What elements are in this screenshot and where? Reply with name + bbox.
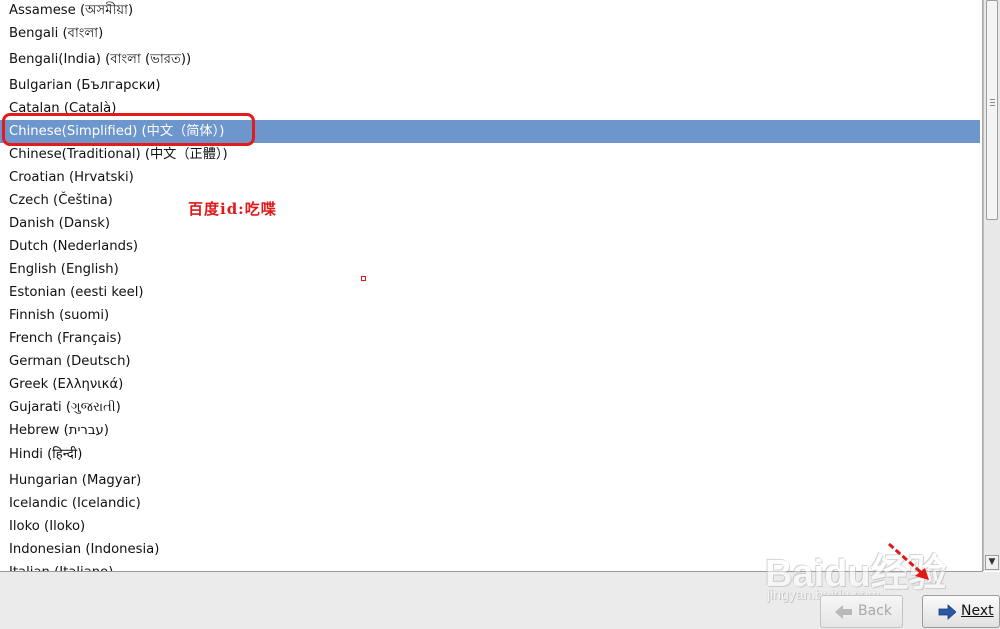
language-item[interactable]: Catalan (Català) bbox=[0, 97, 980, 120]
language-item[interactable]: Hungarian (Magyar) bbox=[0, 469, 980, 492]
language-item[interactable]: Greek (Ελληνικά) bbox=[0, 373, 980, 396]
language-item[interactable]: Finnish (suomi) bbox=[0, 304, 980, 327]
language-list[interactable]: Assamese (অসমীয়া) Bengali (বাংলা) Bengali… bbox=[0, 0, 983, 572]
language-item[interactable]: Dutch (Nederlands) bbox=[0, 235, 980, 258]
scrollbar-thumb[interactable] bbox=[986, 0, 998, 220]
thumb-grip bbox=[990, 99, 995, 100]
language-item[interactable]: Bulgarian (Български) bbox=[0, 74, 980, 97]
language-item[interactable]: Croatian (Hrvatski) bbox=[0, 166, 980, 189]
arrow-left-icon bbox=[835, 604, 853, 620]
language-item[interactable]: English (English) bbox=[0, 258, 980, 281]
marker-dot bbox=[361, 276, 366, 281]
language-item[interactable]: Iloko (Iloko) bbox=[0, 515, 980, 538]
language-item[interactable]: German (Deutsch) bbox=[0, 350, 980, 373]
language-item[interactable]: Italian (Italiano) bbox=[0, 561, 980, 571]
language-item[interactable]: French (Français) bbox=[0, 327, 980, 350]
language-item[interactable]: Estonian (eesti keel) bbox=[0, 281, 980, 304]
language-item[interactable]: Czech (Čeština) bbox=[0, 189, 980, 212]
language-item[interactable]: Indonesian (Indonesia) bbox=[0, 538, 980, 561]
language-item[interactable]: Assamese (অসমীয়া) bbox=[0, 0, 980, 22]
thumb-grip bbox=[990, 105, 995, 106]
arrow-right-icon bbox=[938, 603, 956, 620]
next-label: Next bbox=[961, 603, 994, 619]
language-item-selected[interactable]: Chinese(Simplified) (中文（简体）) bbox=[0, 120, 980, 143]
chevron-down-icon: ▼ bbox=[988, 557, 996, 567]
scroll-down-button[interactable]: ▼ bbox=[985, 555, 999, 570]
language-item[interactable]: Hebrew (עברית) bbox=[0, 419, 980, 442]
red-arrow-annotation bbox=[888, 542, 929, 580]
next-button[interactable]: Next bbox=[922, 595, 1000, 628]
author-annotation: 百度id:吃喋 bbox=[188, 200, 277, 218]
back-button[interactable]: Back bbox=[820, 595, 903, 628]
thumb-grip bbox=[990, 102, 995, 103]
back-label: Back bbox=[858, 603, 892, 619]
language-item[interactable]: Bengali(India) (বাংলা (ভারত)) bbox=[0, 48, 980, 71]
language-item[interactable]: Gujarati (ગુજરાતી) bbox=[0, 396, 980, 419]
language-item[interactable]: Chinese(Traditional) (中文（正體）) bbox=[0, 143, 980, 166]
language-item[interactable]: Danish (Dansk) bbox=[0, 212, 980, 235]
vertical-scrollbar[interactable]: ▼ bbox=[983, 0, 1000, 571]
language-item[interactable]: Hindi (हिन्दी) bbox=[0, 443, 980, 466]
language-item[interactable]: Icelandic (Icelandic) bbox=[0, 492, 980, 515]
language-item[interactable]: Bengali (বাংলা) bbox=[0, 22, 980, 45]
